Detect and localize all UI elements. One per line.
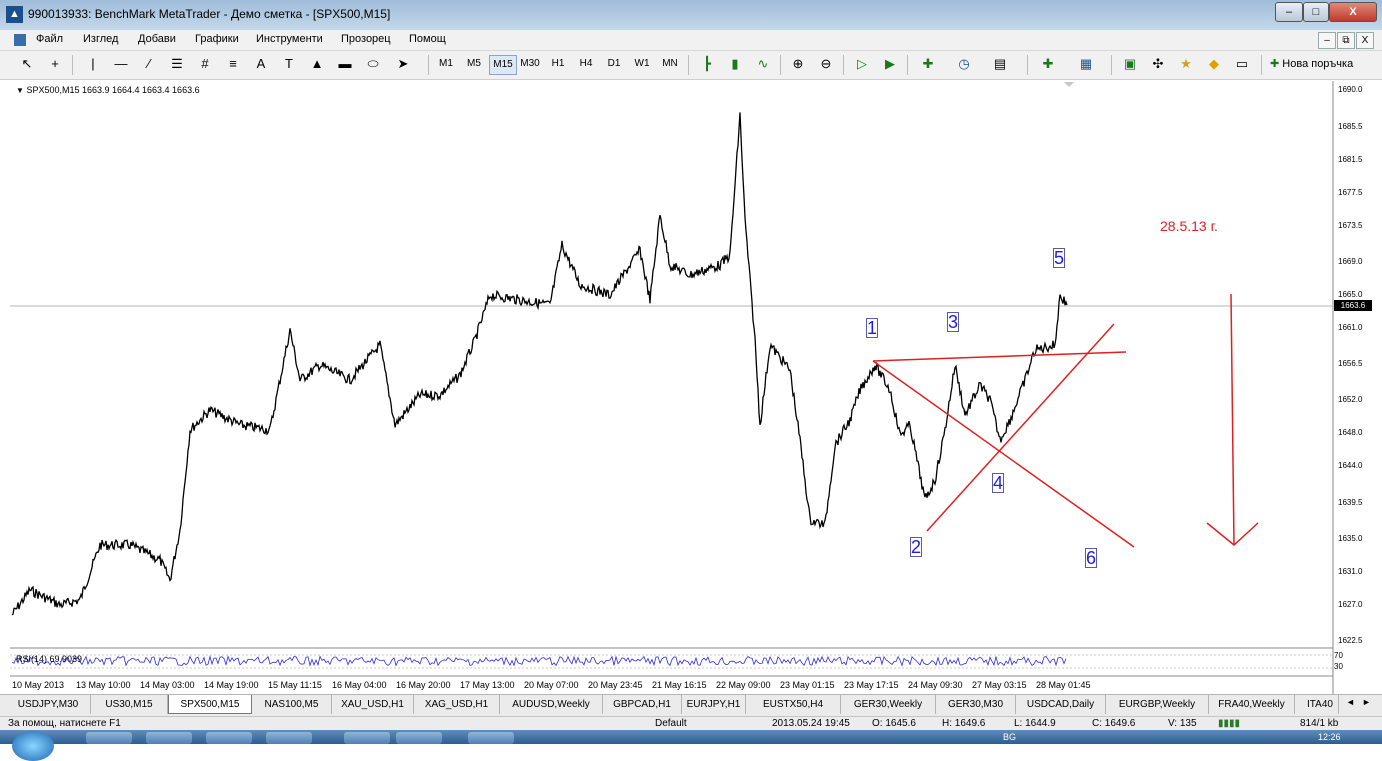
price-axis-label: 1673.5 — [1338, 221, 1363, 230]
time-axis-label: 20 May 23:45 — [588, 680, 643, 690]
time-axis-label: 28 May 01:45 — [1036, 680, 1091, 690]
wave-label-1[interactable]: 1 — [866, 318, 878, 338]
time-axis-label: 22 May 09:00 — [716, 680, 771, 690]
rsi-level-high: 70 — [1334, 651, 1343, 660]
time-axis-label: 27 May 03:15 — [972, 680, 1027, 690]
rsi-label: RSI(14) 69.9039 — [16, 654, 83, 664]
tab-fra40-weekly[interactable]: FRA40,Weekly — [1209, 695, 1295, 714]
tab-eurjpy-h1[interactable]: EURJPY,H1 — [682, 695, 746, 714]
status-close: C: 1649.6 — [1092, 718, 1136, 729]
time-axis-label: 10 May 2013 — [12, 680, 65, 690]
time-axis-label: 23 May 17:15 — [844, 680, 899, 690]
time-axis-label: 16 May 20:00 — [396, 680, 451, 690]
symbol-quote: SPX500,M15 1663.9 1664.4 1663.4 1663.6 — [26, 85, 200, 95]
tab-us30-m15[interactable]: US30,M15 — [91, 695, 168, 714]
tab-usdcad-daily[interactable]: USDCAD,Daily — [1016, 695, 1106, 714]
price-axis-label: 1648.0 — [1338, 428, 1363, 437]
tabs-scroll-right-icon[interactable]: ► — [1362, 697, 1371, 707]
chart-shift-marker — [1064, 82, 1074, 87]
price-axis-label: 1677.5 — [1338, 188, 1363, 197]
time-axis-label: 20 May 07:00 — [524, 680, 579, 690]
status-open: O: 1645.6 — [872, 718, 916, 729]
wave-label-5[interactable]: 5 — [1053, 248, 1065, 268]
tab-gbpcad-h1[interactable]: GBPCAD,H1 — [603, 695, 682, 714]
price-axis-label: 1685.5 — [1338, 122, 1363, 131]
task-ie-icon[interactable] — [146, 732, 192, 744]
rsi-line — [11, 654, 1067, 667]
price-axis-label: 1631.0 — [1338, 567, 1363, 576]
tab-eustx50-h4[interactable]: EUSTX50,H4 — [746, 695, 841, 714]
rsi-level-low: 30 — [1334, 662, 1343, 671]
wave-label-3[interactable]: 3 — [947, 312, 959, 332]
tab-ita40[interactable]: ITA40 — [1295, 695, 1339, 714]
tab-audusd-weekly[interactable]: AUDUSD,Weekly — [500, 695, 603, 714]
time-axis-label: 16 May 04:00 — [332, 680, 387, 690]
status-help: За помощ, натиснете F1 — [8, 718, 121, 729]
price-axis-label: 1661.0 — [1338, 323, 1363, 332]
tab-ger30-m30[interactable]: GER30,M30 — [936, 695, 1016, 714]
price-axis-label: 1635.0 — [1338, 534, 1363, 543]
task-explorer-icon[interactable] — [396, 732, 442, 744]
tab-ger30-weekly[interactable]: GER30,Weekly — [841, 695, 936, 714]
clock[interactable]: 12:26 — [1318, 732, 1341, 742]
language-indicator[interactable]: BG — [1003, 732, 1016, 742]
status-low: L: 1644.9 — [1014, 718, 1056, 729]
connection-icon: ▮▮▮▮ — [1218, 718, 1241, 729]
taskbar: BG 12:26 — [0, 730, 1382, 761]
wave-label-2[interactable]: 2 — [910, 537, 922, 557]
price-axis-label: 1627.0 — [1338, 600, 1363, 609]
task-metatrader-icon[interactable] — [468, 732, 514, 744]
price-axis-label: 1681.5 — [1338, 155, 1363, 164]
price-axis-label: 1644.0 — [1338, 461, 1363, 470]
time-axis-label: 13 May 10:00 — [76, 680, 131, 690]
tab-usdjpy-m30[interactable]: USDJPY,M30 — [6, 695, 91, 714]
tab-eurgbp-weekly[interactable]: EURGBP,Weekly — [1106, 695, 1209, 714]
price-axis-label: 1690.0 — [1338, 85, 1363, 94]
status-volume: V: 135 — [1168, 718, 1197, 729]
price-axis-label: 1652.0 — [1338, 395, 1363, 404]
status-datetime: 2013.05.24 19:45 — [772, 718, 850, 729]
time-axis-label: 14 May 03:00 — [140, 680, 195, 690]
tabs-scroll-left-icon[interactable]: ◄ — [1346, 697, 1355, 707]
status-profile: Default — [655, 718, 687, 729]
task-chrome-icon[interactable] — [86, 732, 132, 744]
status-traffic: 814/1 kb — [1300, 718, 1339, 729]
current-price-marker: 1663.6 — [1334, 300, 1372, 311]
task-metatrader-icon[interactable] — [344, 732, 390, 744]
time-axis-label: 17 May 13:00 — [460, 680, 515, 690]
chart-tabs: USDJPY,M30 US30,M15 SPX500,M15 NAS100,M5… — [0, 694, 1382, 716]
wave-label-4[interactable]: 4 — [992, 473, 1004, 493]
tab-spx500-m15[interactable]: SPX500,M15 — [168, 695, 252, 714]
price-axis-label: 1669.0 — [1338, 257, 1363, 266]
status-high: H: 1649.6 — [942, 718, 986, 729]
status-bar: За помощ, натиснете F1 Default 2013.05.2… — [0, 716, 1382, 731]
price-axis-label: 1656.5 — [1338, 359, 1363, 368]
down-arrow-shaft[interactable] — [1230, 293, 1235, 546]
time-axis-label: 23 May 01:15 — [780, 680, 835, 690]
task-app-icon[interactable] — [206, 732, 252, 744]
date-annotation[interactable]: 28.5.13 г. — [1160, 218, 1218, 234]
collapse-icon: ▼ — [16, 86, 24, 95]
symbol-label: ▼ SPX500,M15 1663.9 1664.4 1663.4 1663.6 — [16, 85, 200, 95]
tab-xau-usd-h1[interactable]: XAU_USD,H1 — [332, 695, 414, 714]
time-axis-label: 24 May 09:30 — [908, 680, 963, 690]
time-axis-label: 21 May 16:15 — [652, 680, 707, 690]
wave-label-6[interactable]: 6 — [1085, 548, 1097, 568]
price-axis-label: 1622.5 — [1338, 636, 1363, 645]
price-axis-label: 1665.0 — [1338, 290, 1363, 299]
price-chart[interactable] — [0, 0, 1382, 694]
time-axis-label: 15 May 11:15 — [268, 680, 322, 690]
down-arrow-head[interactable] — [1206, 522, 1259, 546]
tab-xag-usd-h1[interactable]: XAG_USD,H1 — [414, 695, 500, 714]
start-button[interactable] — [12, 731, 54, 761]
tab-nas100-m5[interactable]: NAS100,M5 — [252, 695, 332, 714]
descending-trendline[interactable] — [872, 360, 1135, 548]
price-line — [11, 112, 1068, 616]
task-app-icon[interactable] — [266, 732, 312, 744]
price-axis-label: 1639.5 — [1338, 498, 1363, 507]
time-axis-label: 14 May 19:00 — [204, 680, 259, 690]
